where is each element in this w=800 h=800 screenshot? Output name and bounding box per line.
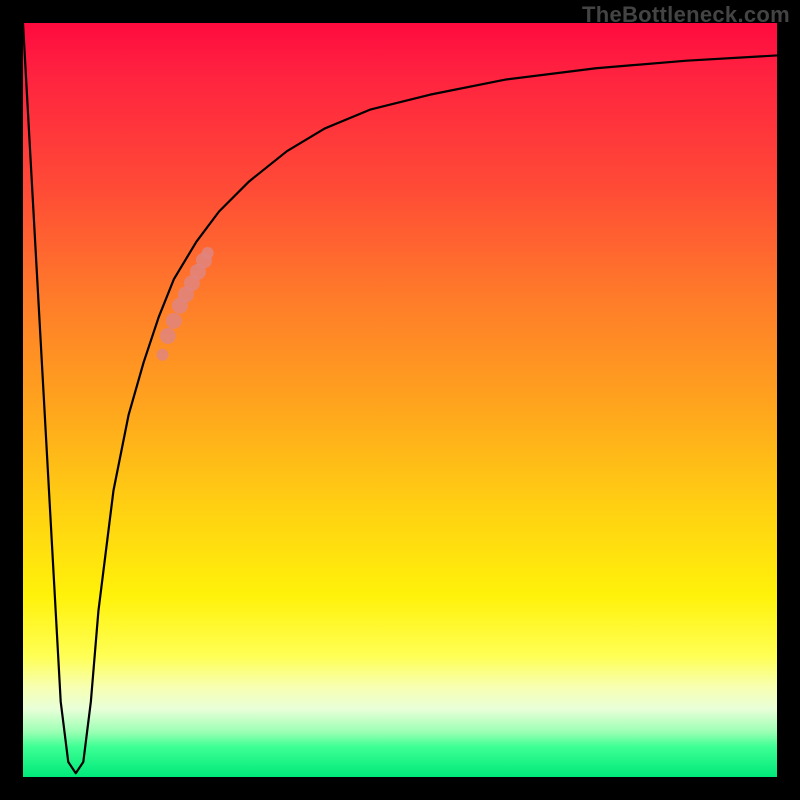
plot-area	[23, 23, 777, 777]
bottleneck-curve	[23, 23, 777, 773]
marker-point	[156, 349, 168, 361]
marker-point	[202, 247, 214, 259]
chart-svg	[23, 23, 777, 777]
watermark-text: TheBottleneck.com	[582, 2, 790, 28]
marker-point	[160, 328, 176, 344]
marker-point	[166, 313, 182, 329]
chart-frame: TheBottleneck.com	[0, 0, 800, 800]
